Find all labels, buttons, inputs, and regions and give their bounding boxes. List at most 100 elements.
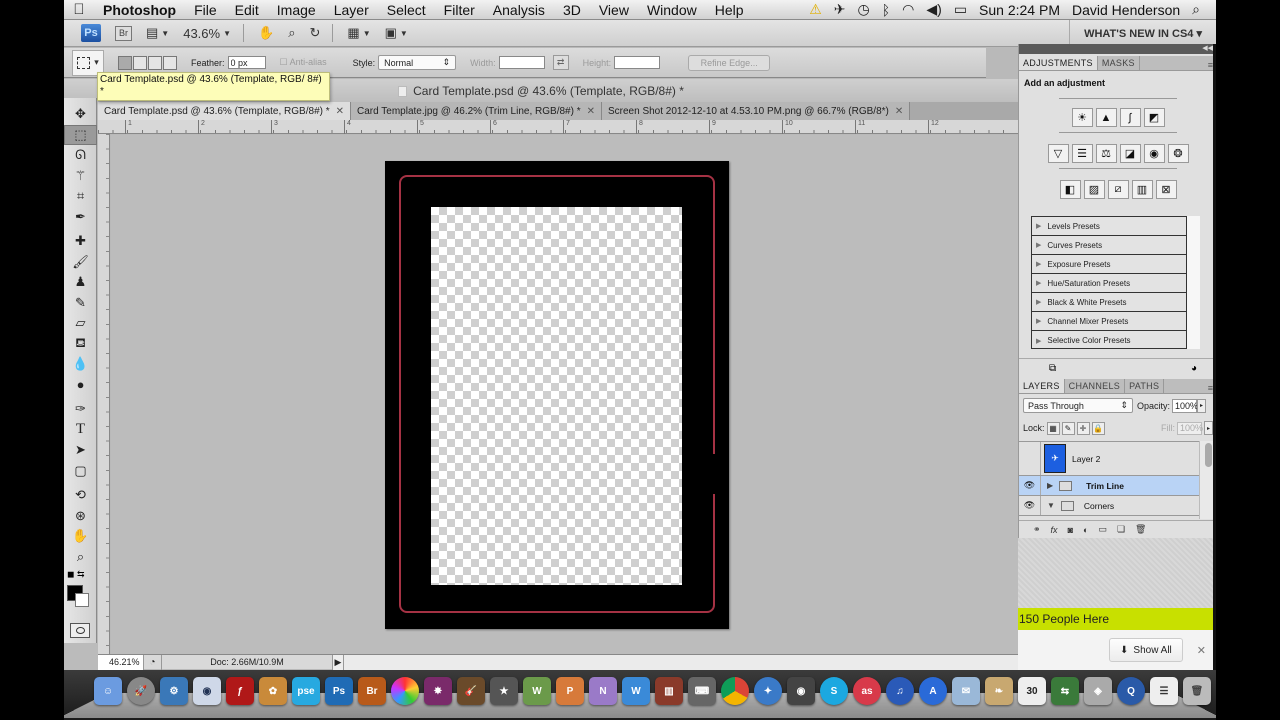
presets-scrollbar[interactable] bbox=[1187, 216, 1200, 349]
hue-saturation-icon[interactable]: ☰ bbox=[1071, 144, 1093, 163]
quicktime-icon[interactable]: Q bbox=[1117, 677, 1145, 705]
spotlight-search-icon[interactable]: ⌕ bbox=[1186, 1, 1206, 18]
time-machine-icon[interactable]: ◷ bbox=[852, 1, 876, 18]
app-store-icon[interactable]: A bbox=[919, 677, 947, 705]
eyedropper-tool[interactable]: ✒ bbox=[64, 207, 97, 228]
brightness-contrast-icon[interactable]: ☀ bbox=[1071, 108, 1093, 127]
photo-booth-icon[interactable]: ◈ bbox=[1084, 677, 1112, 705]
menu-file[interactable]: File bbox=[185, 2, 226, 18]
opacity-input[interactable]: 100% bbox=[1172, 398, 1198, 413]
preset-curves[interactable]: ▶ Curves Presets bbox=[1032, 236, 1186, 255]
tab-card-template-jpg[interactable]: Card Template.jpg @ 46.2% (Trim Line, RG… bbox=[351, 102, 602, 120]
new-layer-icon[interactable]: ❏ bbox=[1117, 524, 1125, 535]
lock-transparency-button[interactable]: ▦ bbox=[1046, 421, 1060, 435]
3d-orbit-tool[interactable]: ⊛ bbox=[64, 506, 97, 527]
3d-rotate-tool[interactable]: ⟲ bbox=[64, 485, 97, 506]
warning-icon[interactable]: ⚠ bbox=[803, 1, 828, 18]
width-input[interactable] bbox=[498, 56, 545, 69]
flash-icon[interactable]: ƒ bbox=[226, 677, 254, 705]
menu-3d[interactable]: 3D bbox=[554, 2, 590, 18]
lock-pixels-button[interactable]: ✎ bbox=[1061, 421, 1075, 435]
close-icon[interactable]: ✕ bbox=[1197, 644, 1206, 657]
arrange-documents-button[interactable]: ▦ ▼ bbox=[347, 25, 370, 41]
status-menu-arrow-icon[interactable]: ▶ bbox=[332, 654, 344, 670]
style-select[interactable]: Normal ⇕ bbox=[378, 55, 457, 70]
healing-brush-tool[interactable]: ✚ bbox=[64, 231, 97, 252]
history-brush-tool[interactable]: ✎ bbox=[64, 293, 97, 314]
rectangular-marquee-tool[interactable]: ⬚ bbox=[64, 124, 97, 145]
quick-mask-button[interactable] bbox=[70, 623, 90, 638]
lock-all-button[interactable]: 🔒 bbox=[1091, 421, 1105, 435]
trash-icon[interactable]: 🗑 bbox=[1183, 677, 1211, 705]
chrome-icon[interactable] bbox=[721, 677, 749, 705]
tab-paths[interactable]: PATHS bbox=[1125, 379, 1165, 393]
switcher-icon[interactable]: ⇆ bbox=[1051, 677, 1079, 705]
scroll-thumb[interactable] bbox=[1205, 443, 1212, 467]
onenote-icon[interactable]: N bbox=[589, 677, 617, 705]
volume-icon[interactable]: ◀) bbox=[920, 1, 947, 18]
garageband-icon[interactable]: 🎸 bbox=[457, 677, 485, 705]
move-tool[interactable]: ✥ bbox=[64, 104, 97, 125]
blur-tool[interactable]: 💧 bbox=[64, 354, 97, 375]
finder-icon[interactable]: ☺ bbox=[94, 677, 122, 705]
new-group-icon[interactable]: ▭ bbox=[1098, 524, 1107, 535]
preset-levels[interactable]: ▶ Levels Presets bbox=[1032, 217, 1186, 236]
show-all-button[interactable]: ⬇ Show All bbox=[1109, 638, 1183, 662]
eraser-tool[interactable]: ▱ bbox=[64, 313, 97, 334]
default-colors-icon[interactable]: ◼ ⇆ bbox=[67, 569, 85, 580]
eye-icon[interactable]: 👁 bbox=[1019, 496, 1041, 515]
tab-channels[interactable]: CHANNELS bbox=[1065, 379, 1126, 393]
brush-tool[interactable]: 🖌 bbox=[64, 252, 97, 273]
opacity-slider-button[interactable]: ▸ bbox=[1197, 398, 1207, 413]
workspace-switcher[interactable]: WHAT'S NEW IN CS4 ▾ bbox=[1069, 19, 1202, 47]
menu-help[interactable]: Help bbox=[706, 2, 753, 18]
paint-bucket-tool[interactable]: ⛾ bbox=[64, 334, 97, 355]
fill-input[interactable]: 100% bbox=[1177, 421, 1203, 435]
zoom-tool-button[interactable]: ⌕ bbox=[288, 25, 295, 41]
bluetooth-icon[interactable]: ᛒ bbox=[876, 2, 896, 18]
pen-tool[interactable]: ✑ bbox=[64, 399, 97, 420]
apple-menu-icon[interactable]:  bbox=[64, 1, 94, 18]
crop-tool[interactable]: ⌗ bbox=[64, 186, 97, 207]
invert-icon[interactable]: ◧ bbox=[1059, 180, 1081, 199]
tab-adjustments[interactable]: ADJUSTMENTS bbox=[1019, 56, 1098, 70]
people-here-banner[interactable]: 150 People Here bbox=[1018, 608, 1213, 630]
itunes-icon[interactable]: ♫ bbox=[886, 677, 914, 705]
menu-analysis[interactable]: Analysis bbox=[484, 2, 554, 18]
layer-row[interactable]: 👁 ▶ Trim Line bbox=[1019, 476, 1199, 496]
clip-to-layer-icon[interactable]: ⧉ bbox=[1049, 363, 1056, 374]
fill-slider-button[interactable]: ▸ bbox=[1204, 421, 1213, 435]
zoom-tool[interactable]: ⌕ bbox=[64, 547, 97, 568]
swap-width-height-button[interactable]: ⇄ bbox=[552, 55, 569, 70]
bridge-dock-icon[interactable]: Br bbox=[358, 677, 386, 705]
preset-channel-mixer[interactable]: ▶ Channel Mixer Presets bbox=[1032, 312, 1186, 331]
library-icon[interactable]: ▥ bbox=[655, 677, 683, 705]
word-icon[interactable]: W bbox=[523, 677, 551, 705]
disclosure-triangle-icon[interactable]: ▶ bbox=[1047, 481, 1053, 490]
menu-app-name[interactable]: Photoshop bbox=[94, 2, 185, 18]
levels-icon[interactable]: ▲ bbox=[1095, 108, 1117, 127]
lasso-tool[interactable]: ᘏ bbox=[64, 145, 97, 166]
document-canvas[interactable] bbox=[111, 135, 1018, 654]
screen-mode-button[interactable]: ▣ ▼ bbox=[385, 25, 408, 41]
color-icon[interactable] bbox=[391, 677, 419, 705]
shape-tool[interactable]: ▢ bbox=[64, 461, 97, 482]
horizontal-scrollbar[interactable] bbox=[344, 654, 1018, 670]
disclosure-triangle-icon[interactable]: ▼ bbox=[1047, 501, 1055, 510]
wifi-icon[interactable]: ◠ bbox=[896, 1, 920, 18]
path-selection-tool[interactable]: ➤ bbox=[64, 440, 97, 461]
curves-icon[interactable]: ∫ bbox=[1119, 108, 1141, 127]
skype-icon[interactable]: S bbox=[820, 677, 848, 705]
blend-mode-select[interactable]: Pass Through ⇕ bbox=[1023, 398, 1133, 413]
add-to-selection-button[interactable] bbox=[133, 55, 147, 70]
menu-image[interactable]: Image bbox=[268, 2, 325, 18]
lastfm-icon[interactable]: as bbox=[853, 677, 881, 705]
zoom-level-dropdown[interactable]: 43.6% ▼ bbox=[183, 26, 231, 41]
feather-input[interactable] bbox=[227, 56, 266, 69]
eye-icon[interactable]: 👁 bbox=[1019, 476, 1041, 495]
horizontal-ruler[interactable]: 1 2 3 4 5 6 7 8 9 10 11 12 bbox=[98, 120, 1018, 134]
tab-card-template-psd[interactable]: Card Template.psd @ 43.6% (Template, RGB… bbox=[98, 102, 352, 120]
word2-icon[interactable]: W bbox=[622, 677, 650, 705]
close-icon[interactable]: ✕ bbox=[895, 106, 903, 117]
zoom-field[interactable]: 46.21% bbox=[98, 654, 144, 670]
